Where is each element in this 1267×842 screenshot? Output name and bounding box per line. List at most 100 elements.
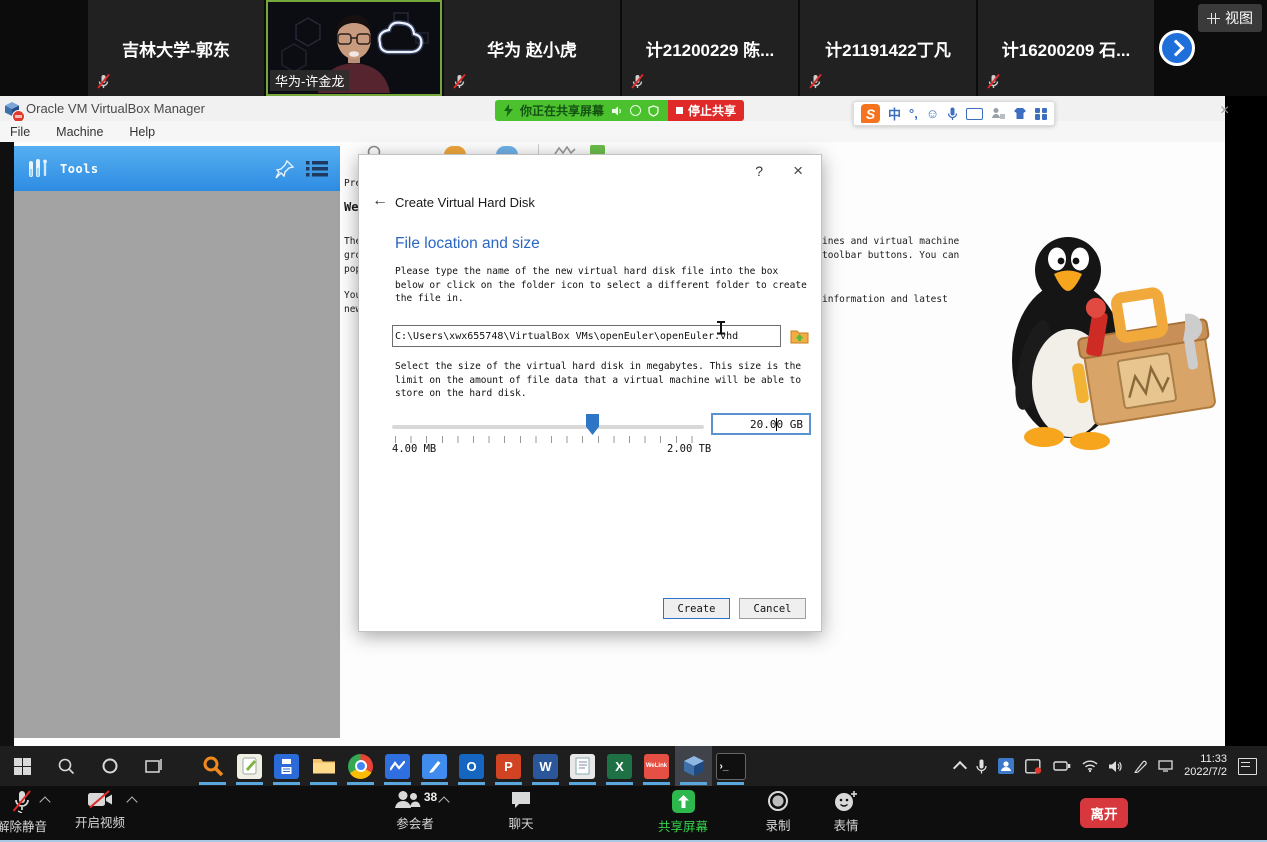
tray-volume-icon[interactable] [1109,760,1123,773]
sogou-logo-icon[interactable]: S [861,104,880,123]
start-button[interactable] [0,746,44,786]
taskbar-app-terminal[interactable]: ›_ [712,746,749,786]
mic-muted-icon [985,73,1002,90]
taskbar-app-virtualbox[interactable] [675,746,712,786]
ime-language-mode[interactable]: 中 [888,104,901,123]
disk-size-slider[interactable] [392,425,704,429]
choose-folder-button[interactable] [790,328,809,344]
speaker-icon[interactable] [611,105,623,117]
taskbar-app-word[interactable]: W [527,746,564,786]
window-title: Oracle VM VirtualBox Manager [26,101,205,116]
participants-count: 38 [424,790,437,804]
taskbar-app-welink[interactable]: WeLink [638,746,675,786]
participant-tile[interactable]: 华为 赵小虎 [444,0,620,96]
ime-voice-icon[interactable] [947,107,958,121]
ime-toolbox-icon[interactable] [991,107,1005,120]
cancel-button[interactable]: Cancel [739,598,806,619]
record-button[interactable]: 录制 [750,790,806,834]
view-button-label: 视图 [1225,8,1253,28]
taskbar-app-floppy[interactable] [268,746,305,786]
taskbar-app-file-explorer[interactable] [305,746,342,786]
tray-screenrec-icon[interactable] [1025,759,1042,774]
action-center-icon[interactable] [1238,758,1257,775]
taskbar-app-powerpoint[interactable]: P [490,746,527,786]
taskbar-app-everything[interactable] [194,746,231,786]
emoji-icon [834,790,858,812]
tools-header[interactable]: Tools [14,146,340,191]
windows-taskbar: O P W X WeLink ›_ 11:33 [0,746,1267,786]
windows-logo-icon [14,758,31,775]
record-label: 录制 [765,815,790,834]
view-layout-button[interactable]: 视图 [1198,4,1262,32]
back-arrow-icon[interactable]: ← [372,192,388,210]
participant-video-tile[interactable]: 华为-许金龙 [266,0,442,96]
taskbar-app-excel[interactable]: X [601,746,638,786]
vm-list-area[interactable] [14,191,340,738]
stop-icon [676,107,683,114]
mic-muted-icon [629,73,646,90]
taskbar-app-mail[interactable] [379,746,416,786]
dialog-paragraph-line: limit on the amount of file data that a … [395,374,801,388]
ime-toolbar: S 中 °, ☺ [853,101,1055,126]
taskbar-clock[interactable]: 11:33 2022/7/2 [1184,753,1227,780]
ime-punctuation-mode[interactable]: °, [909,106,918,121]
ime-emoji-button[interactable]: ☺ [926,106,939,121]
emoji-button[interactable]: 表情 [818,790,874,834]
tray-pen-icon[interactable] [1134,760,1147,773]
participant-tile[interactable]: 计21191422丁凡 [800,0,976,96]
taskbar-app-outlook[interactable]: O [453,746,490,786]
share-screen-icon [672,790,695,813]
pin-icon[interactable] [274,158,296,180]
leave-meeting-button[interactable]: 离开 [1080,798,1128,828]
ime-menu-icon[interactable] [1035,108,1047,120]
chat-button[interactable]: 聊天 [492,790,550,832]
slider-thumb[interactable] [586,414,599,435]
tray-device-icon[interactable] [1053,760,1071,772]
participants-button[interactable]: 38 参会者 [372,790,458,832]
create-button[interactable]: Create [663,598,730,619]
ime-skin-icon[interactable] [1013,107,1027,120]
search-icon [57,757,75,775]
tray-expand-icon[interactable] [953,760,967,774]
task-view-button[interactable] [132,746,176,786]
dialog-help-button[interactable]: ? [755,163,763,179]
taskbar-app-chrome[interactable] [342,746,379,786]
menu-file[interactable]: File [10,125,30,139]
ime-keyboard-icon[interactable] [966,108,983,120]
taskbar-search-button[interactable] [44,746,88,786]
stop-sharing-button[interactable]: 停止共享 [668,100,744,121]
participant-tile[interactable]: 吉林大学-郭东 [88,0,264,96]
unmute-label: 解除静音 [0,816,47,835]
disk-size-input[interactable]: 20.00 GB [711,413,811,435]
taskbar-app-notes[interactable] [416,746,453,786]
chevron-right-icon [1167,40,1184,57]
cortana-button[interactable] [88,746,132,786]
window-left-edge [0,142,14,746]
start-video-button[interactable]: 开启视频 [62,790,138,831]
virtualbox-icon [682,754,706,778]
slider-ticks [395,436,707,443]
share-screen-button[interactable]: 共享屏幕 [645,790,721,835]
list-menu-icon[interactable] [306,160,328,178]
bolt-icon [504,104,513,117]
menu-machine[interactable]: Machine [56,125,103,139]
floating-close-icon[interactable]: × [1220,102,1229,120]
participant-tile[interactable]: 计21200229 陈... [622,0,798,96]
next-participants-button[interactable] [1159,30,1195,66]
shield-icon[interactable] [648,105,659,117]
sharing-status-text: 你正在共享屏幕 [520,102,604,119]
participant-tile[interactable]: 计16200209 石... [978,0,1154,96]
participant-name: 计21191422丁凡 [825,36,951,61]
tray-contact-icon[interactable] [998,758,1014,774]
participant-strip: 吉林大学-郭东 华为-许金龙 [0,0,1267,96]
orange-search-icon [202,755,224,777]
dialog-close-button[interactable]: × [793,161,803,181]
tray-display-icon[interactable] [1158,760,1173,772]
menu-help[interactable]: Help [129,125,155,139]
record-indicator-icon[interactable] [630,105,641,116]
tray-mic-icon[interactable] [976,759,987,774]
welcome-fragment: We [344,200,358,214]
taskbar-app-notepad[interactable] [564,746,601,786]
taskbar-app-notepadpp[interactable] [231,746,268,786]
tray-wifi-icon[interactable] [1082,760,1098,772]
